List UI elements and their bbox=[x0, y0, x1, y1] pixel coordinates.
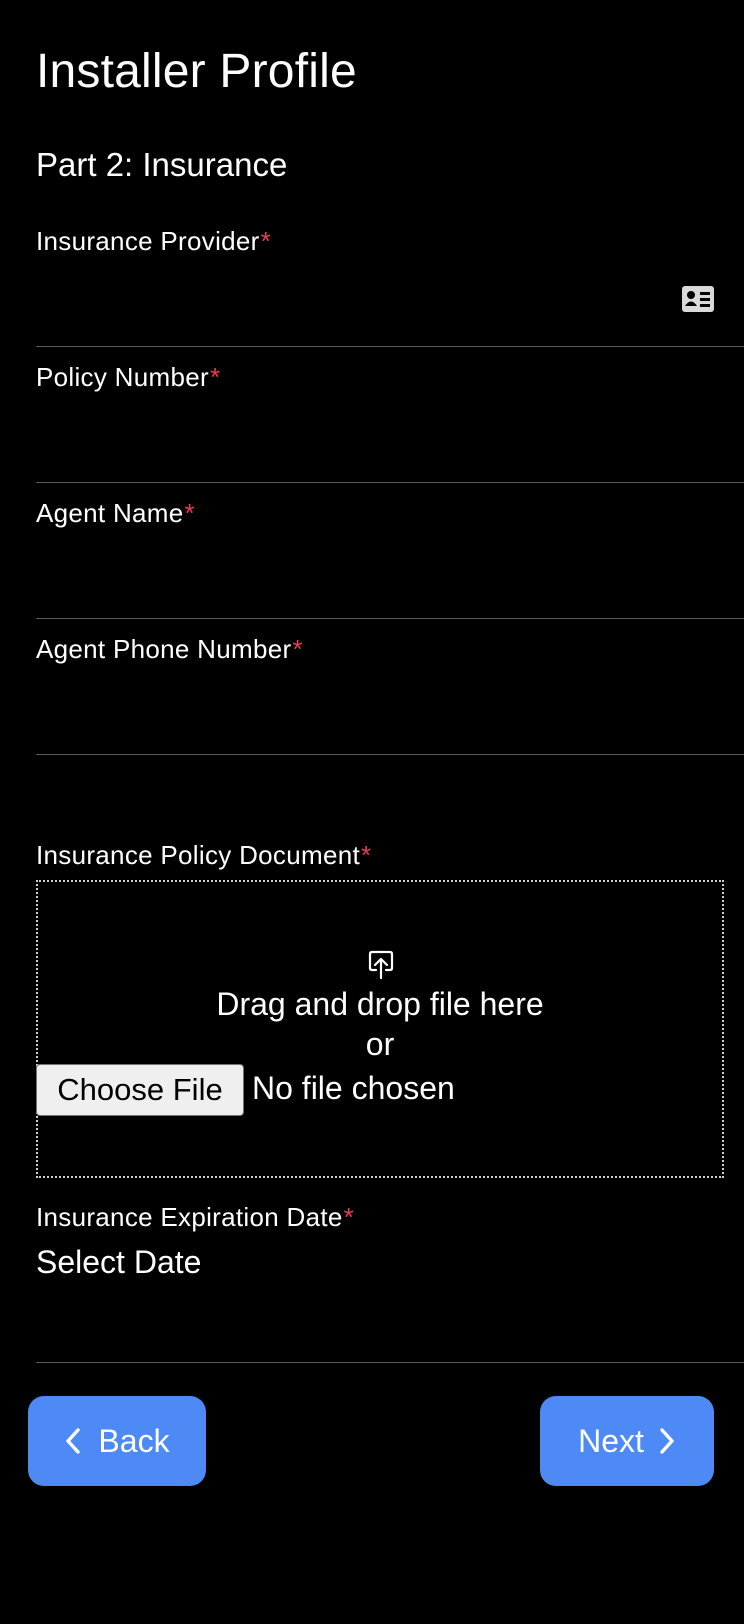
back-button[interactable]: Back bbox=[28, 1396, 206, 1486]
back-button-label: Back bbox=[98, 1422, 170, 1459]
required-marker: * bbox=[184, 498, 195, 528]
agent-name-label: Agent Name* bbox=[36, 498, 195, 529]
policy-document-label-text: Insurance Policy Document bbox=[36, 840, 360, 870]
policy-number-field: Policy Number* bbox=[36, 362, 744, 483]
policy-number-input[interactable] bbox=[36, 410, 676, 466]
file-dropzone[interactable]: Drag and drop file here or Choose File N… bbox=[36, 880, 724, 1178]
expiration-date-label-text: Insurance Expiration Date bbox=[36, 1202, 343, 1232]
agent-phone-field: Agent Phone Number* bbox=[36, 634, 744, 755]
next-button-label: Next bbox=[578, 1422, 644, 1459]
insurance-provider-label-text: Insurance Provider bbox=[36, 226, 260, 256]
page-title: Installer Profile bbox=[36, 45, 357, 98]
upload-icon bbox=[368, 950, 394, 980]
required-marker: * bbox=[292, 634, 303, 664]
policy-number-label: Policy Number* bbox=[36, 362, 220, 393]
insurance-provider-label: Insurance Provider* bbox=[36, 226, 271, 257]
chevron-left-icon bbox=[66, 1428, 81, 1454]
agent-name-input[interactable] bbox=[36, 546, 676, 602]
section-title: Part 2: Insurance bbox=[36, 146, 288, 183]
required-marker: * bbox=[343, 1202, 355, 1232]
required-marker: * bbox=[360, 840, 372, 870]
insurance-provider-input[interactable] bbox=[36, 274, 676, 330]
required-marker: * bbox=[260, 226, 272, 256]
expiration-date-label: Insurance Expiration Date* bbox=[36, 1202, 354, 1233]
policy-number-label-text: Policy Number bbox=[36, 362, 209, 392]
drop-or-text: or bbox=[365, 1026, 395, 1062]
agent-phone-label: Agent Phone Number* bbox=[36, 634, 303, 665]
next-button[interactable]: Next bbox=[540, 1396, 714, 1486]
choose-file-button[interactable]: Choose File bbox=[36, 1064, 244, 1116]
insurance-provider-field: Insurance Provider* bbox=[36, 226, 744, 347]
policy-document-label: Insurance Policy Document* bbox=[36, 840, 371, 871]
date-picker-value[interactable]: Select Date bbox=[36, 1244, 201, 1281]
agent-phone-label-text: Agent Phone Number bbox=[36, 634, 292, 664]
drop-instructions: Drag and drop file here bbox=[216, 986, 544, 1022]
required-marker: * bbox=[209, 362, 221, 392]
chevron-right-icon bbox=[660, 1428, 674, 1454]
file-status-text: No file chosen bbox=[252, 1070, 455, 1106]
contact-card-icon[interactable] bbox=[682, 286, 714, 312]
expiration-date-field[interactable]: Insurance Expiration Date* Select Date bbox=[36, 1202, 744, 1363]
agent-phone-input[interactable] bbox=[36, 682, 676, 738]
agent-name-field: Agent Name* bbox=[36, 498, 744, 619]
agent-name-label-text: Agent Name bbox=[36, 498, 184, 528]
